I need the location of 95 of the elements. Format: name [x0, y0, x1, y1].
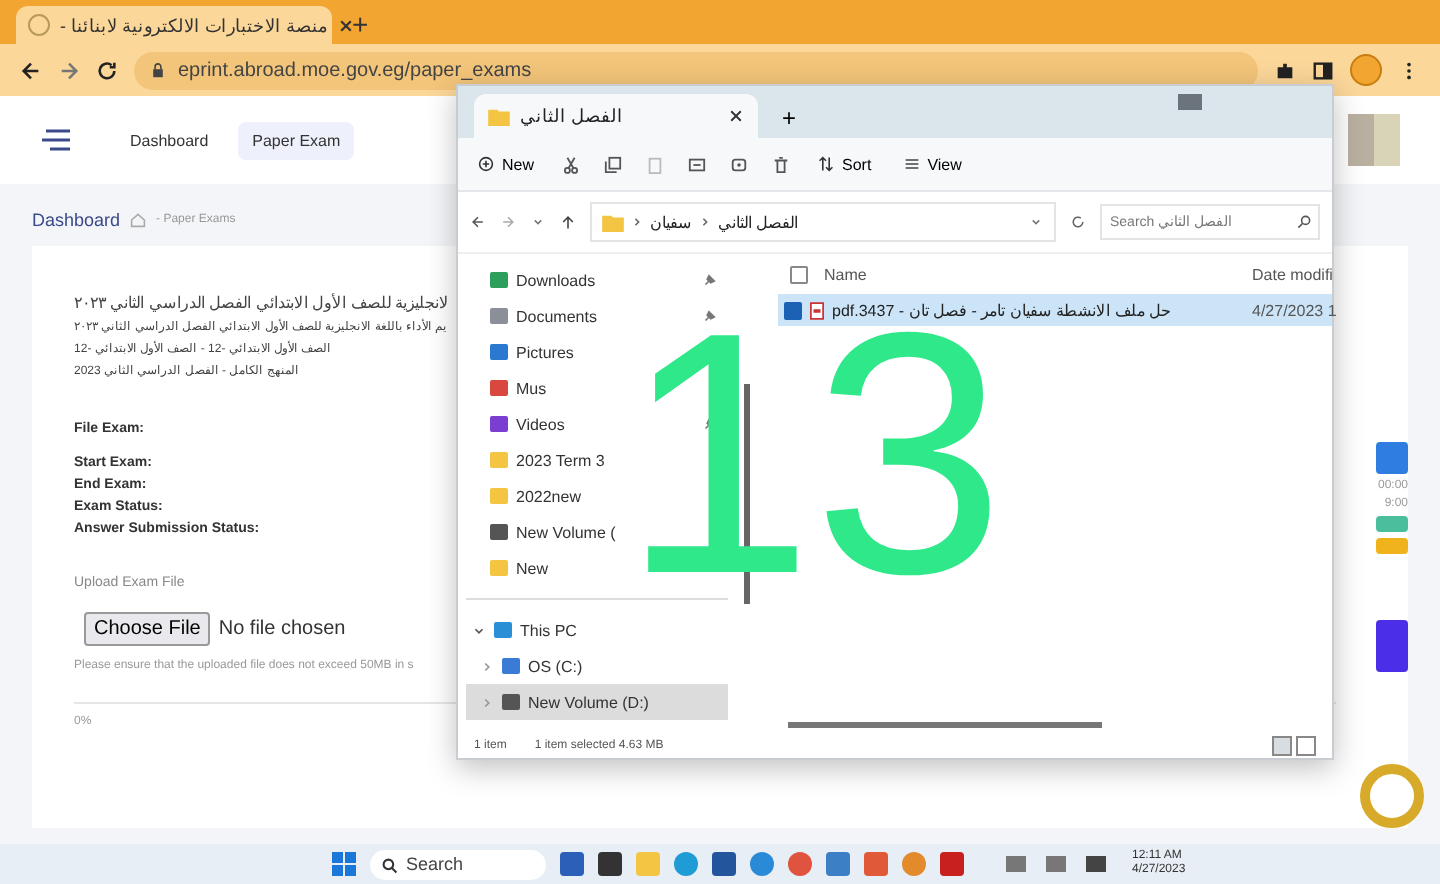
view-icon — [903, 156, 920, 172]
nav-item[interactable]: New Volume (D:) — [466, 684, 728, 720]
search-icon — [1296, 214, 1312, 230]
tiles-view-icon[interactable] — [1296, 735, 1316, 755]
path-bar[interactable]: الفصل الثاني سفيان — [590, 202, 1056, 242]
nav-item-icon — [490, 308, 508, 324]
file-status: No file chosen — [218, 617, 346, 639]
address-bar[interactable]: eprint.abroad.moe.gov.eg/paper_exams — [134, 51, 1258, 89]
drive-icon — [502, 694, 520, 710]
menu-icon[interactable] — [40, 128, 72, 152]
share-icon[interactable] — [730, 155, 749, 173]
path-segment[interactable]: الفصل الثاني — [718, 213, 799, 231]
nav-item[interactable]: Mus — [516, 379, 547, 397]
rename-icon[interactable] — [688, 155, 707, 173]
status-badge — [1376, 538, 1408, 554]
chevron-icon — [480, 659, 494, 673]
sort-button[interactable]: Sort — [814, 151, 876, 177]
system-tray-icons[interactable] — [1006, 856, 1106, 872]
browser-icon[interactable] — [674, 852, 698, 876]
sort-icon — [818, 156, 835, 172]
view-button[interactable]: View — [899, 151, 966, 177]
computer-icon — [494, 622, 512, 638]
nav-item-icon — [490, 452, 508, 468]
delete-icon[interactable] — [772, 155, 791, 173]
nav-item-icon — [490, 272, 508, 288]
browser-icon[interactable] — [902, 852, 926, 876]
taskbar-search[interactable]: Search — [370, 849, 546, 879]
folder-icon — [488, 107, 510, 125]
new-button[interactable]: New — [474, 151, 539, 177]
nav-item[interactable]: 2022new — [516, 487, 581, 505]
app-icon[interactable] — [750, 852, 774, 876]
nav-item-icon — [490, 344, 508, 360]
file-input[interactable]: Choose File No file chosen — [74, 606, 444, 650]
close-icon[interactable] — [338, 17, 354, 33]
extensions-icon[interactable] — [1274, 59, 1296, 81]
new-tab-button[interactable]: + — [340, 6, 381, 44]
nav-item-icon — [490, 488, 508, 504]
close-icon[interactable] — [728, 108, 744, 124]
file-date: 4/27/2023 1 — [1252, 301, 1332, 319]
tab-title: منصة الاختبارات الالكترونية لابنائنا - — [60, 15, 328, 35]
status-badge — [1376, 516, 1408, 532]
tab-title: الفصل الثاني — [520, 106, 624, 126]
nav-item[interactable]: Downloads — [516, 271, 596, 289]
back-icon[interactable] — [470, 214, 486, 230]
recent-dropdown-icon[interactable] — [530, 214, 546, 230]
reload-icon[interactable] — [96, 59, 118, 81]
nav-item[interactable]: OS (C:) — [466, 648, 728, 684]
nav-item-icon — [490, 380, 508, 396]
plus-circle-icon — [478, 156, 494, 172]
logo-block — [1348, 114, 1400, 166]
chevron-icon — [700, 214, 710, 230]
nav-item[interactable]: Videos — [516, 415, 565, 433]
copy-icon[interactable] — [604, 155, 623, 173]
explorer-tab[interactable]: الفصل الثاني — [474, 94, 758, 138]
nav-link[interactable]: Dashboard — [116, 121, 223, 159]
back-icon[interactable] — [20, 59, 42, 81]
windows-start-icon[interactable] — [332, 852, 356, 876]
column-header[interactable]: Date modifi — [1252, 265, 1332, 283]
app-icon[interactable] — [560, 852, 584, 876]
globe-icon — [28, 14, 50, 36]
chevron-icon — [632, 214, 642, 230]
nav-item[interactable]: Pictures — [516, 343, 574, 361]
refresh-icon[interactable] — [1070, 214, 1086, 230]
sidebar-icon[interactable] — [1312, 59, 1334, 81]
up-icon[interactable] — [560, 214, 576, 230]
store-icon[interactable] — [712, 852, 736, 876]
choose-file-button[interactable]: Choose File — [84, 611, 211, 645]
nav-item[interactable]: 2023 Term 3 — [516, 451, 605, 469]
new-tab-button[interactable]: + — [770, 98, 809, 138]
drive-icon — [502, 658, 520, 674]
details-view-icon[interactable] — [1272, 735, 1292, 755]
path-segment[interactable]: سفيان — [650, 213, 692, 231]
breadcrumb-link[interactable]: Dashboard — [32, 210, 121, 230]
nav-item-icon — [490, 416, 508, 432]
profile-avatar[interactable] — [1350, 54, 1382, 86]
pdf-icon[interactable] — [940, 852, 964, 876]
nav-link[interactable]: Paper Exam — [238, 121, 355, 159]
nav-item-icon — [490, 524, 508, 540]
browser-icon[interactable] — [788, 852, 812, 876]
exam-title-line: لانجليزية للصف الأول الابتدائي الفصل الدراسي الثاني ٢٠٢٣ — [74, 294, 450, 312]
nav-item[interactable]: New Volume ( — [516, 523, 616, 541]
nav-item-icon — [490, 560, 508, 576]
cut-icon[interactable] — [562, 155, 581, 173]
mail-icon[interactable] — [826, 852, 850, 876]
folder-icon — [602, 213, 624, 231]
forward-icon[interactable] — [58, 59, 80, 81]
home-icon — [130, 212, 147, 228]
search-icon — [382, 857, 398, 873]
chevron-icon — [480, 695, 494, 709]
nav-item[interactable]: Documents — [516, 307, 597, 325]
app-icon[interactable] — [598, 852, 622, 876]
lock-icon — [150, 62, 166, 78]
dropdown-icon[interactable] — [1028, 214, 1044, 230]
nav-item[interactable]: New — [516, 559, 549, 577]
forward-icon[interactable] — [500, 214, 516, 230]
